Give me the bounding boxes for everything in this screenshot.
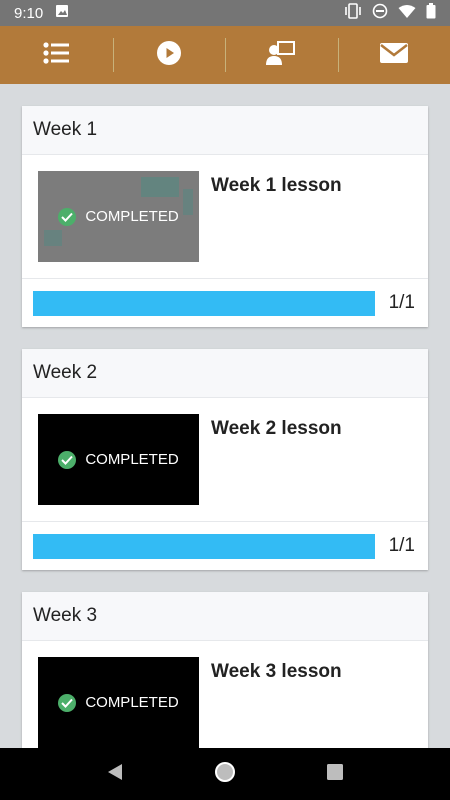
status-time: 9:10: [14, 4, 44, 22]
completed-badge: COMPLETED: [58, 207, 179, 226]
week-header: Week 1: [22, 106, 428, 155]
progress-bar-fill: [33, 290, 375, 316]
check-circle-icon: [58, 207, 77, 226]
lessons-list-button[interactable]: [0, 26, 113, 84]
progress-count: 1/1: [388, 292, 415, 313]
progress-row: 1/1: [22, 279, 428, 327]
completed-badge: COMPLETED: [58, 450, 179, 469]
week-card: Week 3 COMPLETED Week 3 lesson: [22, 592, 428, 748]
completed-label: COMPLETED: [85, 451, 179, 468]
list-icon: [43, 41, 70, 69]
progress-bar: [33, 290, 375, 316]
back-button[interactable]: [95, 754, 135, 794]
week-card: Week 1 COMPLETED Week 1 lesson 1/1: [22, 106, 428, 327]
check-circle-icon: [58, 693, 77, 712]
week-header: Week 3: [22, 592, 428, 641]
play-icon: [156, 40, 181, 70]
lesson-row[interactable]: COMPLETED Week 2 lesson: [22, 398, 428, 522]
progress-row: 1/1: [22, 522, 428, 570]
completed-badge: COMPLETED: [58, 693, 179, 712]
wifi-icon: [398, 4, 416, 23]
check-circle-icon: [58, 450, 77, 469]
recents-square-icon: [327, 763, 343, 785]
mail-icon: [379, 42, 408, 68]
progress-bar: [33, 533, 375, 559]
battery-icon: [426, 3, 436, 23]
completed-label: COMPLETED: [85, 694, 179, 711]
week-card: Week 2 COMPLETED Week 2 lesson 1/1: [22, 349, 428, 570]
mail-button[interactable]: [337, 26, 450, 84]
lesson-title[interactable]: Week 2 lesson: [211, 418, 342, 521]
lesson-title[interactable]: Week 3 lesson: [211, 661, 342, 748]
play-button[interactable]: [112, 26, 226, 84]
system-nav-bar: [0, 748, 450, 800]
weeks-list: Week 1 COMPLETED Week 1 lesson 1/1 Week …: [0, 84, 450, 748]
teacher-icon: [266, 40, 296, 70]
home-circle-icon: [214, 761, 236, 788]
status-bar: 9:10: [0, 0, 450, 26]
top-toolbar: [0, 26, 450, 84]
lesson-thumbnail[interactable]: COMPLETED: [38, 414, 199, 505]
home-button[interactable]: [205, 754, 245, 794]
vibrate-icon: [344, 3, 362, 23]
lesson-row[interactable]: COMPLETED Week 1 lesson: [22, 155, 428, 279]
teacher-button[interactable]: [225, 26, 338, 84]
progress-count: 1/1: [388, 535, 415, 556]
image-notification-icon: [55, 4, 69, 22]
back-triangle-icon: [107, 763, 123, 786]
lesson-thumbnail[interactable]: COMPLETED: [38, 171, 199, 262]
completed-label: COMPLETED: [85, 208, 179, 225]
lesson-title[interactable]: Week 1 lesson: [211, 175, 342, 278]
week-header: Week 2: [22, 349, 428, 398]
recents-button[interactable]: [315, 754, 355, 794]
progress-bar-fill: [33, 533, 375, 559]
do-not-disturb-icon: [372, 3, 388, 23]
lesson-thumbnail[interactable]: COMPLETED: [38, 657, 199, 748]
lesson-row[interactable]: COMPLETED Week 3 lesson: [22, 641, 428, 748]
